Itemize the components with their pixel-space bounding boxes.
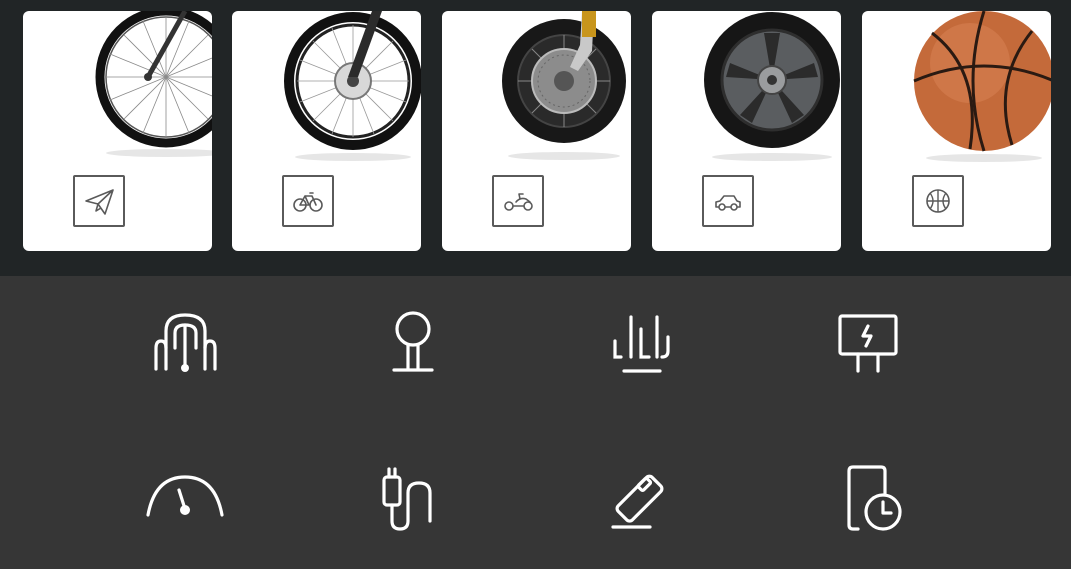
cable-plug-icon bbox=[373, 465, 453, 545]
motorcycle-mode-button[interactable] bbox=[492, 175, 544, 227]
basketball-icon bbox=[926, 189, 950, 213]
send-mode-button[interactable] bbox=[73, 175, 125, 227]
mode-card-send[interactable] bbox=[23, 11, 212, 251]
mode-card-car[interactable] bbox=[652, 11, 841, 251]
level-bars-icon bbox=[602, 303, 682, 383]
motorcycle-wheel-image bbox=[502, 11, 626, 160]
paper-plane-icon bbox=[85, 189, 114, 215]
bicycle-disc-wheel-image bbox=[284, 11, 421, 161]
powerbank-icon bbox=[602, 465, 682, 545]
car-mode-button[interactable] bbox=[702, 175, 754, 227]
car-icon bbox=[715, 195, 741, 211]
phone-timer-icon bbox=[828, 465, 908, 545]
mode-card-bicycle[interactable] bbox=[232, 11, 421, 251]
charging-display-icon bbox=[828, 303, 908, 383]
pressure-gauge-icon bbox=[145, 465, 225, 545]
car-wheel-image bbox=[704, 12, 840, 161]
mode-card-ball[interactable] bbox=[862, 11, 1051, 251]
ball-mode-button[interactable] bbox=[912, 175, 964, 227]
bicycle-icon bbox=[293, 192, 323, 212]
mode-card-motorcycle[interactable] bbox=[442, 11, 631, 251]
scooter-icon bbox=[504, 193, 533, 211]
hose-connector-icon bbox=[145, 303, 225, 383]
pressure-valve-icon bbox=[373, 303, 453, 383]
bicycle-wheel-image bbox=[95, 11, 212, 157]
basketball-image bbox=[913, 11, 1051, 162]
bicycle-mode-button[interactable] bbox=[282, 175, 334, 227]
